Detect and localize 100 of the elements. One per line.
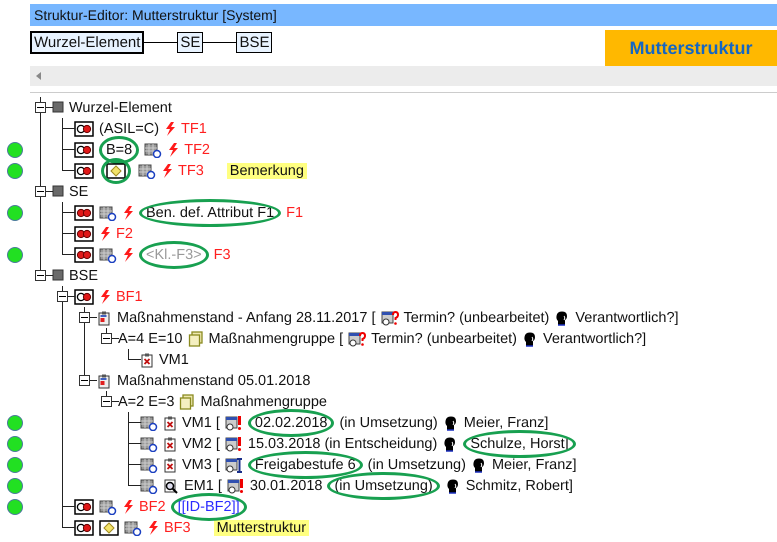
document-icon	[140, 436, 158, 452]
breadcrumb-item[interactable]: BSE	[236, 32, 272, 53]
collapse-toggle[interactable]	[79, 375, 90, 386]
lightning-icon	[99, 226, 111, 242]
scroll-left-icon[interactable]	[36, 72, 42, 80]
node-label: Schulze, Horst]	[470, 436, 569, 452]
node-label: VM2 [	[182, 436, 220, 452]
square-icon	[52, 100, 64, 116]
window-title: Struktur-Editor: Mutterstruktur [System]	[30, 4, 777, 26]
lightning-icon	[122, 246, 134, 262]
circles-icon	[74, 498, 94, 514]
node-label: VM1	[159, 352, 189, 368]
person-icon	[522, 330, 538, 346]
node-label: A=4 E=10	[118, 330, 182, 346]
node-label: (ASIL=C)	[99, 120, 160, 136]
pages-icon	[179, 394, 196, 410]
breadcrumb-item[interactable]: Wurzel-Element	[30, 31, 144, 54]
circles-icon	[74, 288, 94, 304]
lightning-icon	[164, 120, 176, 136]
link[interactable]: [[ID-BF2]]	[178, 498, 240, 514]
collapse-toggle[interactable]	[35, 186, 46, 197]
collapse-toggle[interactable]	[57, 291, 68, 302]
person-icon	[470, 456, 487, 472]
breadcrumb-item[interactable]: SE	[177, 32, 204, 53]
person-icon	[444, 478, 461, 494]
node-label: (in Umsetzung)	[334, 478, 433, 494]
clipboard-x-icon	[163, 456, 177, 472]
circles-icon	[74, 120, 94, 136]
node-label: Maßnahmengruppe	[200, 394, 327, 410]
circles-icon	[74, 162, 94, 178]
lightning-icon	[161, 162, 173, 178]
node-label: Meier, Franz]	[464, 414, 548, 430]
lightning-icon	[122, 498, 134, 514]
fault-label: F3	[214, 246, 231, 262]
document-icon	[144, 142, 162, 158]
calendar-alert-icon	[226, 478, 245, 494]
collapse-toggle[interactable]	[35, 102, 46, 113]
fault-label: TF3	[178, 162, 204, 178]
note-label: Mutterstruktur	[214, 520, 310, 536]
circles-icon	[74, 204, 94, 220]
structure-label: Mutterstruktur	[605, 30, 777, 66]
pages-icon	[188, 330, 204, 346]
note-label: Bemerkung	[226, 162, 307, 178]
document-icon	[140, 456, 158, 472]
calendar-alert-icon	[224, 414, 243, 430]
document-icon	[99, 246, 117, 262]
clipboard-x-icon	[140, 352, 154, 368]
document-icon	[140, 414, 158, 430]
circles-icon	[74, 142, 94, 158]
node-label: Maßnahmengruppe [	[208, 330, 344, 346]
clipboard-icon	[96, 372, 112, 388]
node-label: 15.03.2018 (in Entscheidung)	[248, 436, 438, 452]
node-label: 02.02.2018	[254, 414, 328, 430]
fault-label: BF3	[164, 520, 191, 536]
fault-label: TF2	[184, 142, 210, 158]
node-label: BSE	[69, 268, 98, 284]
clipboard-icon	[96, 310, 112, 326]
fault-label: TF1	[181, 120, 207, 136]
collapse-toggle[interactable]	[101, 333, 112, 344]
lightning-icon	[147, 520, 159, 536]
node-label: Verantwortlich?]	[575, 310, 679, 326]
person-icon	[442, 414, 459, 430]
node-label: (in Umsetzung)	[368, 456, 466, 472]
document-icon	[138, 162, 156, 178]
clipboard-x-icon	[163, 414, 177, 430]
collapse-toggle[interactable]	[35, 270, 46, 281]
fault-label: BF1	[116, 288, 143, 304]
magnifier-icon	[163, 478, 179, 494]
node-label: Meier, Franz]	[492, 456, 577, 472]
note-icon	[99, 520, 119, 536]
node-label: EM1 [	[184, 478, 222, 494]
node-label: Wurzel-Element	[69, 100, 172, 116]
document-icon	[99, 498, 117, 514]
node-label: 30.01.2018	[250, 478, 322, 494]
lightning-icon	[99, 288, 111, 304]
collapse-toggle[interactable]	[101, 396, 112, 407]
fault-label: F1	[286, 204, 304, 220]
circles-icon	[74, 520, 94, 536]
lightning-icon	[167, 142, 180, 158]
note-icon	[106, 162, 126, 178]
document-icon	[124, 520, 142, 536]
clipboard-x-icon	[163, 436, 177, 452]
horizontal-scrollbar[interactable]	[30, 66, 777, 86]
fault-label: F2	[116, 226, 133, 242]
document-icon	[140, 478, 158, 494]
node-label: Freigabestufe 6	[254, 456, 356, 472]
node-label: Ben. def. Attribut F1	[146, 204, 274, 220]
node-label: Verantwortlich?]	[543, 330, 646, 346]
circles-icon	[74, 246, 94, 262]
square-icon	[52, 184, 64, 200]
node-label: B=8	[106, 142, 132, 158]
collapse-toggle[interactable]	[79, 312, 90, 323]
fault-label: BF2	[139, 498, 166, 514]
node-label: Schmitz, Robert]	[466, 478, 573, 494]
node-label: (in Umsetzung)	[339, 414, 438, 430]
lightning-icon	[122, 204, 134, 220]
circles-icon	[74, 226, 94, 242]
calendar-question-icon	[348, 330, 366, 346]
document-icon	[99, 204, 117, 220]
node-label: SE	[69, 184, 88, 200]
